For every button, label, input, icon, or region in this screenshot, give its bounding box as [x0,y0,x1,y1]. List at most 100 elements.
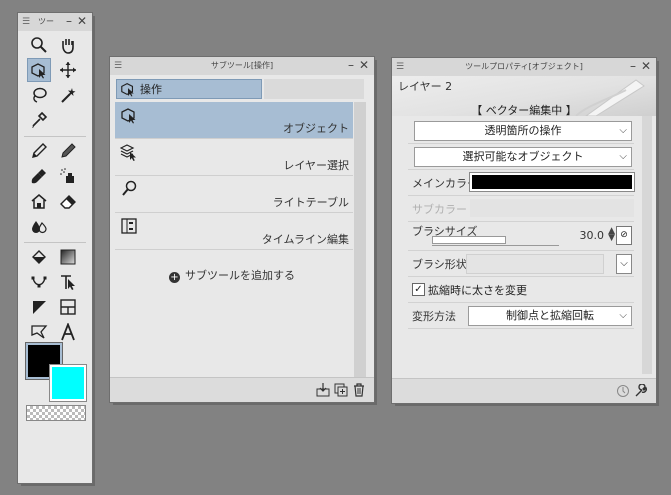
minimize-icon[interactable]: – [66,13,72,30]
sub-tool-scrollbar[interactable] [354,102,366,377]
operation-tool-icon[interactable] [27,58,51,82]
menu-icon[interactable]: ☰ [396,58,404,76]
chevron-down-icon: ⌵ [619,151,627,162]
menu-icon[interactable]: ☰ [22,13,30,31]
scale-width-label: 拡縮時に太さを変更 [428,284,527,297]
sub-color-row: サブカラー [408,196,634,222]
sub-tool-panel: ☰ サブツール[操作] – ✕ 操作 オブジェクト レイヤー選択 ライトテーブル… [110,57,374,402]
transform-label: 変形方法 [412,310,456,323]
selectable-object-row: 選択可能なオブジェクト ⌵ [408,144,634,170]
sub-tool-title: サブツール[操作] [210,61,274,70]
main-color-label: メインカラー [412,177,478,190]
chevron-down-icon[interactable]: ⌵ [616,254,632,274]
brush-size-value: 30.0 [579,229,605,242]
magic-wand-icon[interactable] [56,83,80,107]
close-icon[interactable]: ✕ [641,58,651,75]
tool-property-footer [392,378,656,403]
fill-tool-icon[interactable] [27,245,51,269]
sub-tool-item-object[interactable]: オブジェクト [115,102,353,139]
minimize-icon[interactable]: – [348,57,354,74]
object-correct-tool-icon[interactable] [56,270,80,294]
airbrush-tool-icon[interactable] [56,164,80,188]
sub-tool-item-label: レイヤー選択 [283,159,349,172]
menu-icon[interactable]: ☰ [114,57,122,75]
sub-tool-titlebar[interactable]: ☰ サブツール[操作] – ✕ [110,57,374,75]
sub-tool-list: オブジェクト レイヤー選択 ライトテーブル タイムライン編集 [115,102,353,250]
reset-icon[interactable] [616,383,630,397]
tool-palette: ☰ ツー – ✕ [18,13,92,483]
chevron-down-icon: ⌵ [619,310,627,321]
selectable-object-select[interactable]: 選択可能なオブジェクト ⌵ [414,147,632,167]
tool-divider [24,242,86,243]
scale-width-checkbox[interactable]: ✓ [412,283,425,296]
copy-sub-tool-icon[interactable] [334,382,348,397]
selectable-object-value: 選択可能なオブジェクト [462,150,584,163]
gradient-tool-icon[interactable] [56,245,80,269]
close-icon[interactable]: ✕ [77,13,87,30]
transform-row: 変形方法 制御点と拡縮回転 ⌵ [408,303,634,329]
tab-operation[interactable]: 操作 [116,79,262,99]
add-icon: + [169,272,180,283]
ruler-tool-icon[interactable] [27,295,51,319]
brush-tool-icon[interactable] [27,164,51,188]
object-select-icon [121,108,136,124]
add-sub-tool-label: サブツールを追加する [185,269,295,282]
chevron-down-icon: ⌵ [619,125,627,136]
operation-tool-icon [121,83,134,97]
sub-color-swatch[interactable] [49,364,87,402]
figure-tool-icon[interactable] [27,270,51,294]
text-tool-icon[interactable] [56,320,80,344]
sub-tool-item-label: オブジェクト [283,122,349,135]
sub-tool-footer [110,377,374,402]
add-sub-tool-button[interactable]: + サブツールを追加する [110,267,354,283]
minimize-icon[interactable]: – [630,58,636,75]
main-color-row: メインカラー [408,170,635,196]
vector-edit-status: 【 ベクター編集中 】 [471,104,577,117]
tool-property-list: 透明箇所の操作 ⌵ 選択可能なオブジェクト ⌵ メインカラー サブカラー ブラシ… [408,118,635,329]
tab-operation-label: 操作 [140,83,162,96]
pen-tool-icon[interactable] [27,139,51,163]
tab-empty-area [264,79,364,99]
transparent-op-row: 透明箇所の操作 ⌵ [408,118,634,144]
brush-size-preset-icon[interactable]: ⊘ [616,226,632,245]
zoom-tool-icon[interactable] [27,33,51,57]
tool-property-header: レイヤー 2 【 ベクター編集中 】 [392,76,656,117]
brush-shape-preview[interactable] [466,254,604,274]
hand-tool-icon[interactable] [56,33,80,57]
lasso-tool-icon[interactable] [27,83,51,107]
move-layer-tool-icon[interactable] [56,58,80,82]
decoration-tool-icon[interactable] [27,189,51,213]
wrench-icon[interactable] [634,383,648,397]
import-icon[interactable] [316,382,330,397]
sub-color-bar [470,199,634,217]
transparent-color-swatch[interactable] [26,405,86,421]
transparent-op-value: 透明箇所の操作 [484,124,562,137]
pencil-tool-icon[interactable] [56,139,80,163]
sub-tool-item-timeline-edit[interactable]: タイムライン編集 [115,213,353,250]
transparent-op-select[interactable]: 透明箇所の操作 ⌵ [414,121,632,141]
main-color-bar[interactable] [469,172,635,192]
layer-name: レイヤー 2 [398,80,453,93]
sub-tool-item-light-table[interactable]: ライトテーブル [115,176,353,213]
light-table-icon [122,180,137,196]
layer-select-icon [120,144,136,161]
blend-tool-icon[interactable] [27,214,51,238]
sub-color-label: サブカラー [412,203,467,216]
tool-property-scrollbar[interactable] [642,116,652,374]
brush-shape-row: ブラシ形状 ⌵ [408,251,634,277]
scale-width-row: ✓ 拡縮時に太さを変更 [408,277,634,303]
tool-property-titlebar[interactable]: ☰ ツールプロパティ[オブジェクト] – ✕ [392,58,656,76]
trash-icon[interactable] [352,382,366,397]
sub-tool-item-label: タイムライン編集 [261,233,349,246]
tool-palette-titlebar[interactable]: ☰ ツー – ✕ [18,13,92,31]
sub-tool-item-label: ライトテーブル [272,196,349,209]
spinner-icon[interactable]: ▲ ▼ [608,227,615,243]
sub-tool-item-layer-select[interactable]: レイヤー選択 [115,139,353,176]
transform-select[interactable]: 制御点と拡縮回転 ⌵ [468,306,632,326]
frame-border-tool-icon[interactable] [56,295,80,319]
balloon-tool-icon[interactable] [27,320,51,344]
eyedropper-icon[interactable] [27,108,51,132]
close-icon[interactable]: ✕ [359,57,369,74]
brush-size-slider[interactable] [432,236,506,244]
eraser-tool-icon[interactable] [56,189,80,213]
